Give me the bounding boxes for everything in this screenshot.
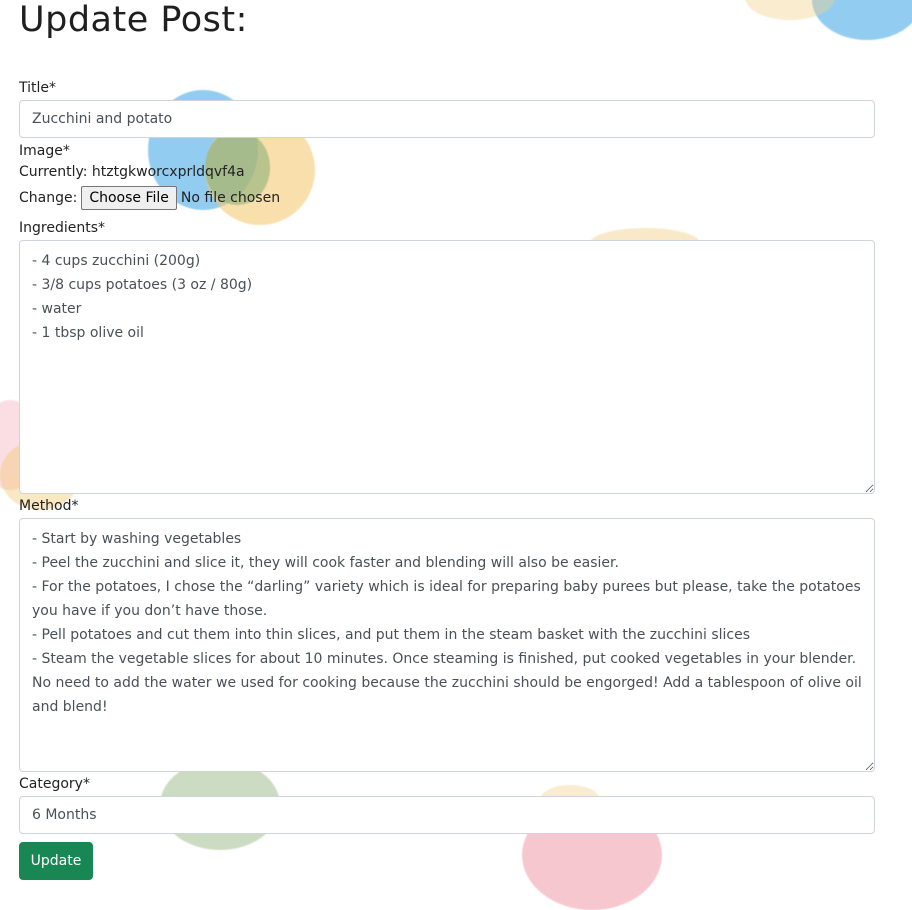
update-button[interactable]: Update xyxy=(19,842,93,880)
no-file-chosen-text: No file chosen xyxy=(180,190,281,206)
current-image-link[interactable]: htztgkworcxprldqvf4a xyxy=(92,164,245,180)
category-label: Category* xyxy=(19,776,90,792)
currently-label: Currently: xyxy=(19,164,88,180)
title-input[interactable] xyxy=(19,100,875,138)
category-input[interactable] xyxy=(19,796,875,834)
ingredients-label: Ingredients* xyxy=(19,220,105,236)
choose-file-button[interactable]: Choose File xyxy=(81,186,177,210)
image-label: Image* xyxy=(19,143,70,159)
change-label: Change: xyxy=(19,190,78,206)
ingredients-textarea[interactable]: - 4 cups zucchini (200g) - 3/8 cups pota… xyxy=(19,240,875,494)
update-post-page: Update Post: Title* Image* Currently: ht… xyxy=(0,0,912,893)
method-label: Method* xyxy=(19,498,79,514)
change-image-row: Change: Choose File No file chosen xyxy=(19,186,280,210)
method-textarea[interactable]: - Start by washing vegetables - Peel the… xyxy=(19,518,875,772)
title-label: Title* xyxy=(19,80,57,96)
page-title: Update Post: xyxy=(19,0,248,40)
current-image-row: Currently: htztgkworcxprldqvf4a xyxy=(19,164,245,180)
